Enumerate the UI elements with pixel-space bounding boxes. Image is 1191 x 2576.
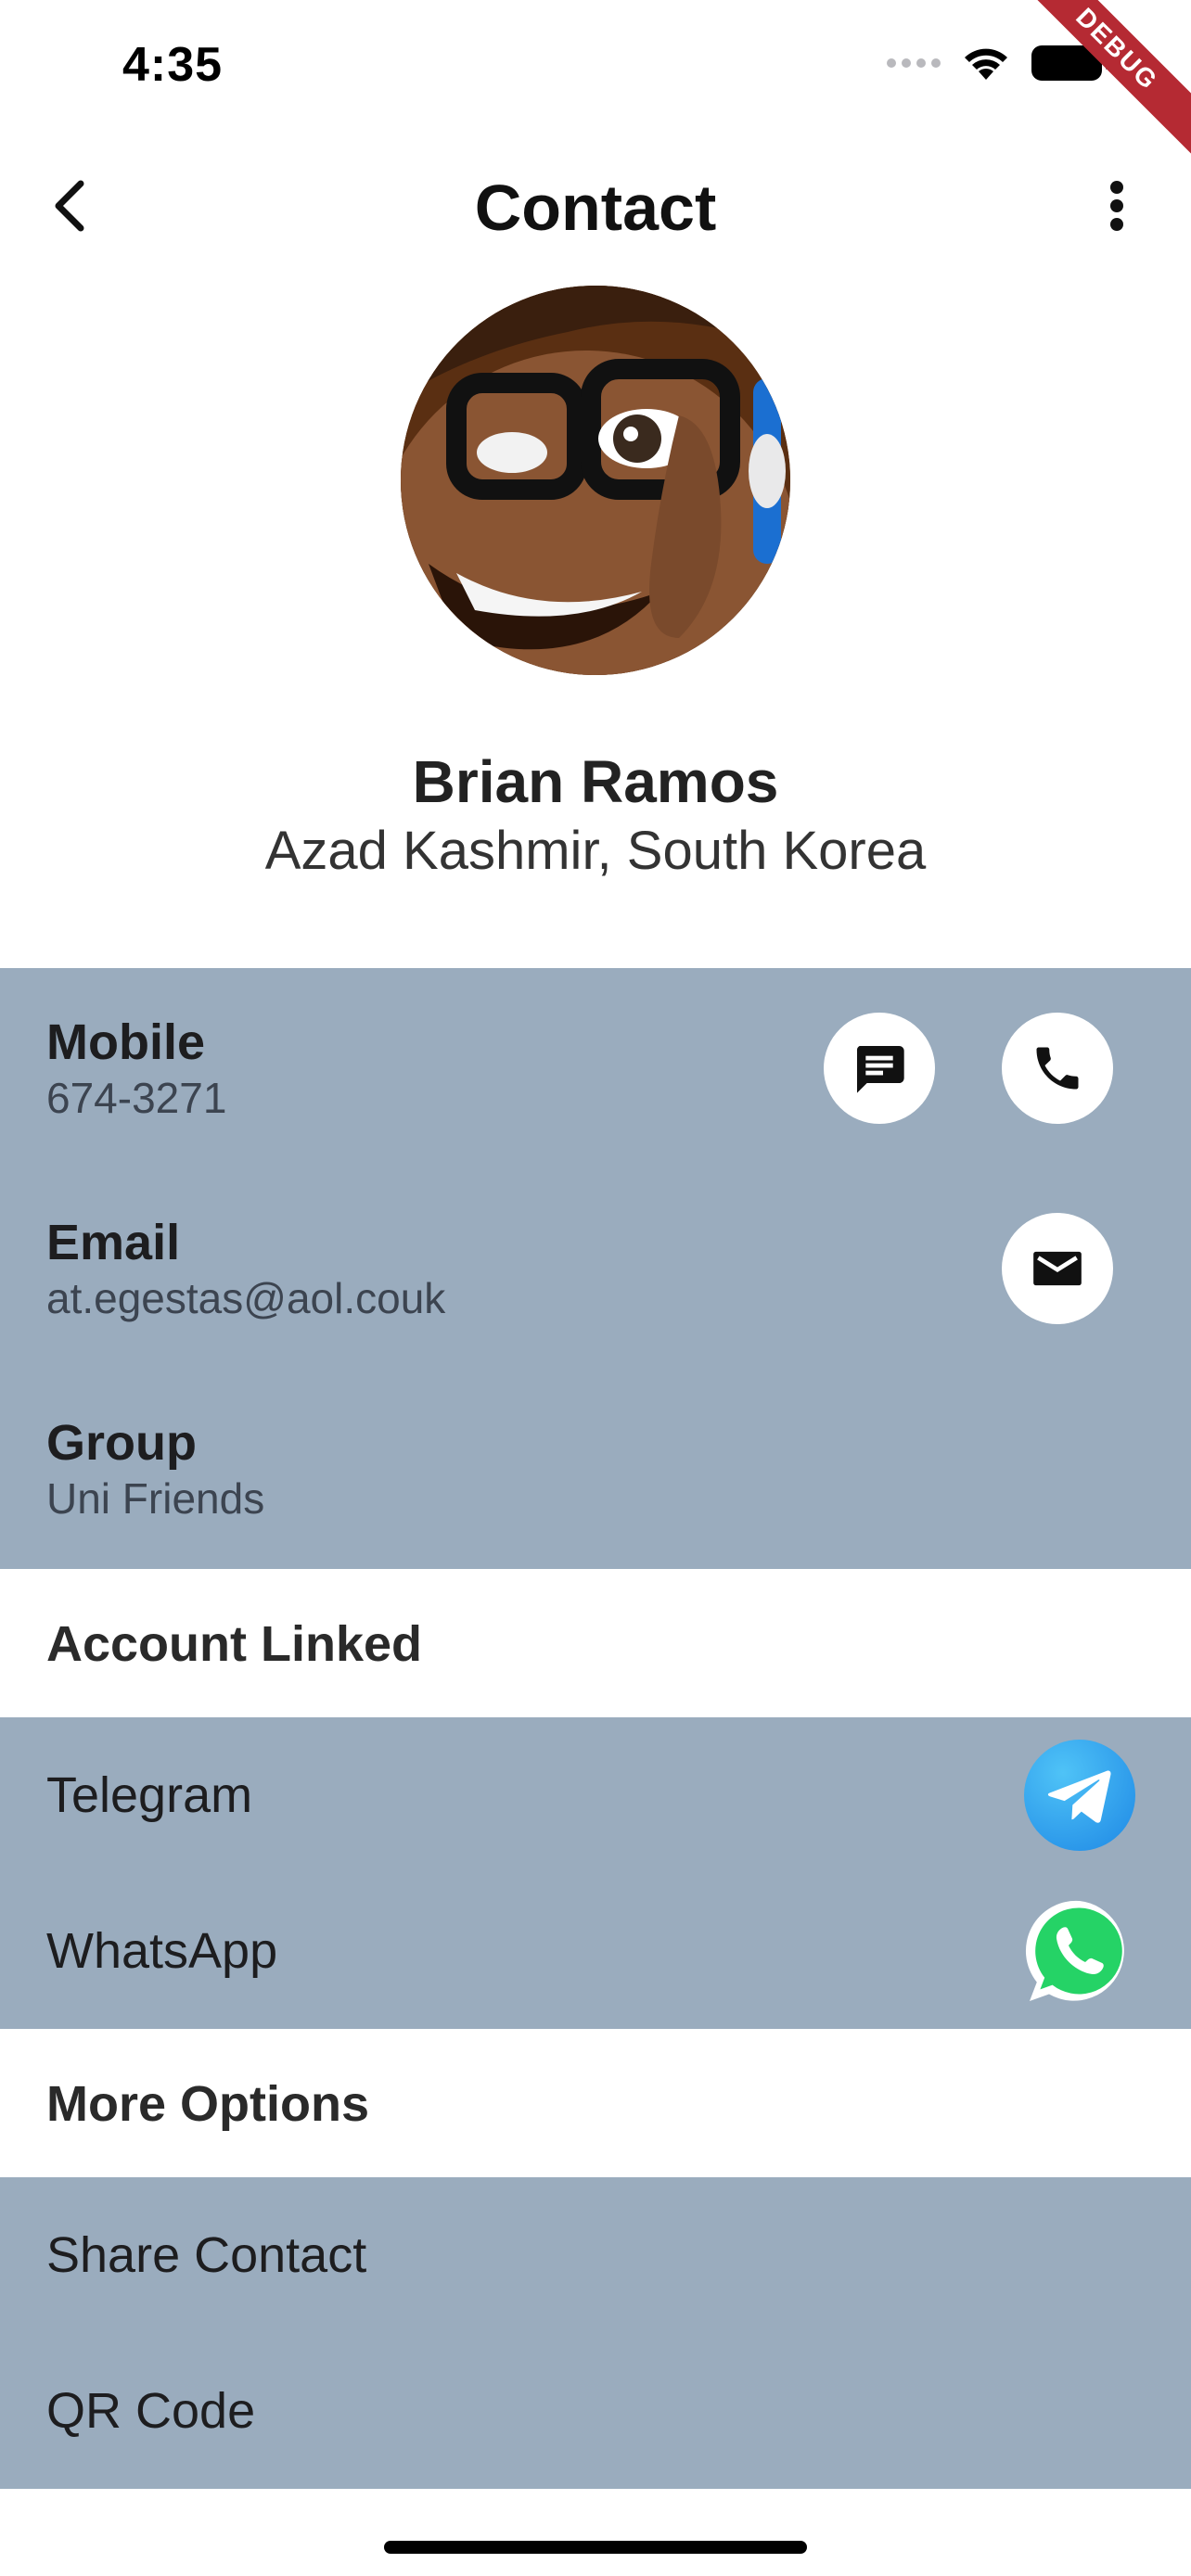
email-row: Email at.egestas@aol.couk	[46, 1213, 445, 1324]
contact-name: Brian Ramos	[412, 748, 779, 815]
email-value[interactable]: at.egestas@aol.couk	[46, 1272, 445, 1324]
contact-details-panel: Mobile 674-3271 Email at.egestas@aol.cou…	[0, 968, 1191, 1569]
more-options-menu-button[interactable]	[1080, 169, 1154, 243]
share-contact-label: Share Contact	[46, 2227, 367, 2283]
whatsapp-label: WhatsApp	[46, 1923, 278, 1979]
email-button[interactable]	[1002, 1213, 1113, 1324]
email-label: Email	[46, 1215, 181, 1270]
group-value: Uni Friends	[46, 1474, 265, 1523]
phone-icon	[1036, 1047, 1079, 1090]
more-options-panel: Share Contact QR Code	[0, 2177, 1191, 2489]
mobile-value[interactable]: 674-3271	[46, 1072, 226, 1124]
status-icons	[887, 45, 1110, 82]
group-label: Group	[46, 1415, 197, 1471]
status-time: 4:35	[122, 38, 224, 92]
mobile-row: Mobile 674-3271	[46, 1013, 226, 1124]
telegram-row[interactable]: Telegram	[0, 1717, 1191, 1873]
mobile-label: Mobile	[46, 1014, 205, 1070]
home-indicator[interactable]	[384, 2541, 807, 2554]
whatsapp-row[interactable]: WhatsApp	[0, 1873, 1191, 2029]
whatsapp-icon[interactable]	[1024, 1895, 1135, 2007]
call-button[interactable]	[1002, 1013, 1113, 1124]
share-contact-row[interactable]: Share Contact	[0, 2177, 1191, 2333]
linked-accounts-panel: Telegram WhatsApp	[0, 1717, 1191, 2029]
account-linked-header: Account Linked	[0, 1569, 1191, 1717]
app-bar: Contact	[0, 148, 1191, 269]
more-vertical-icon	[1110, 181, 1123, 231]
mail-icon	[1033, 1251, 1082, 1286]
qr-code-label: QR Code	[46, 2383, 256, 2439]
qr-code-row[interactable]: QR Code	[0, 2333, 1191, 2489]
group-row: Group Uni Friends	[46, 1413, 264, 1524]
message-icon	[856, 1046, 904, 1093]
page-title: Contact	[474, 172, 717, 244]
avatar	[401, 286, 790, 675]
contact-location: Azad Kashmir, South Korea	[264, 821, 927, 881]
telegram-icon[interactable]	[1024, 1740, 1135, 1851]
status-bar: 4:35	[0, 0, 1191, 130]
telegram-label: Telegram	[46, 1767, 253, 1823]
cellular-signal-icon	[887, 58, 941, 68]
more-options-header: More Options	[0, 2029, 1191, 2177]
wifi-icon	[965, 48, 1007, 80]
message-button[interactable]	[824, 1013, 935, 1124]
more-options-title: More Options	[46, 2076, 369, 2132]
account-linked-title: Account Linked	[46, 1616, 423, 1672]
